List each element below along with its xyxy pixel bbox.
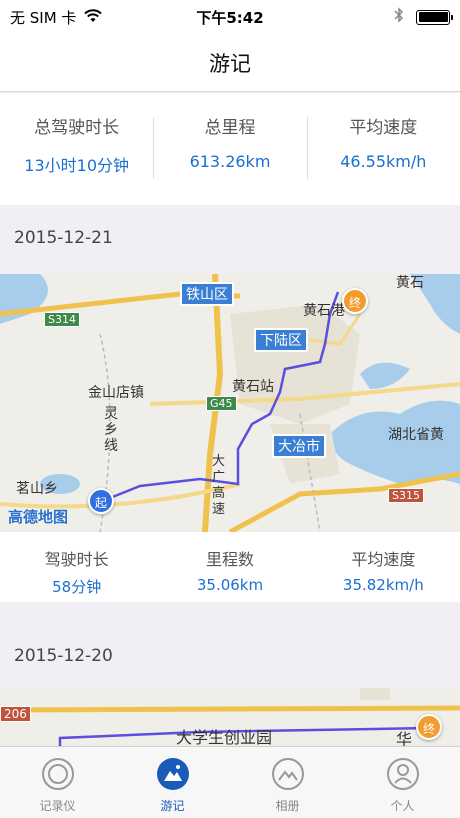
road-tag-s315: S315 [388,488,424,503]
battery-icon [416,9,453,25]
trip-stat-label: 平均速度 [351,550,416,569]
map-label-tieshan: 铁山区 [180,282,234,306]
map-label-mingshan: 茗山乡 [16,481,58,497]
profile-icon [386,757,420,791]
tab-travel-log[interactable]: 游记 [115,747,230,818]
recorder-icon [41,757,75,791]
route-end-marker: 终 [416,714,442,740]
summary-total-distance: 总里程 613.26km [153,93,306,205]
trip-average-speed: 平均速度 35.82km/h [307,532,460,602]
tab-profile[interactable]: 个人 [345,747,460,818]
album-icon [271,757,305,791]
bluetooth-icon [394,7,404,27]
tab-album[interactable]: 相册 [230,747,345,818]
route-start-marker: 起 [88,488,114,514]
trip-duration: 驾驶时长 58分钟 [0,532,153,602]
map-provider-logo: 高德地图 [8,508,69,526]
status-right [394,7,453,27]
trip-stats: 驾驶时长 58分钟 里程数 35.06km 平均速度 35.82km/h [0,532,460,602]
route-end-marker: 终 [342,288,368,314]
tab-recorder[interactable]: 记录仪 [0,747,115,818]
trip-stat-label: 驾驶时长 [44,550,109,569]
map-label-hua: 华 [396,730,413,746]
trip-date: 2015-12-21 [14,228,113,248]
tab-label: 记录仪 [39,799,76,813]
trip-date: 2015-12-20 [14,646,113,666]
summary-value: 13小时10分钟 [24,156,130,175]
summary-panel: 总驾驶时长 13小时10分钟 总里程 613.26km 平均速度 46.55km… [0,93,460,205]
tab-label: 个人 [390,799,415,813]
status-time: 下午5:42 [196,9,264,27]
trip-map[interactable]: 206 大学生创业园 华 终 [0,688,460,746]
trip-distance: 里程数 35.06km [153,532,306,602]
tab-label: 相册 [275,799,300,813]
trip-card[interactable]: 206 大学生创业园 华 终 [0,688,460,746]
navigation-bar: 游记 [0,34,460,92]
trip-card[interactable]: 铁山区 下陆区 大冶市 黄石站 黄石港 黄石 金山店镇 灵乡线 茗山乡 湖北省黄… [0,274,460,602]
map-label-park: 大学生创业园 [176,728,273,746]
road-tag-g45: G45 [206,396,237,411]
trip-map[interactable]: 铁山区 下陆区 大冶市 黄石站 黄石港 黄石 金山店镇 灵乡线 茗山乡 湖北省黄… [0,274,460,532]
summary-label: 平均速度 [349,118,418,138]
map-label-huangshi-station: 黄石站 [232,379,274,395]
map-label-daguang: 大广高速 [212,454,226,517]
trip-stat-value: 35.06km [196,576,264,594]
tab-label: 游记 [160,799,185,813]
map-label-huangshi: 黄石 [396,275,424,291]
travel-log-icon [156,757,190,791]
summary-total-duration: 总驾驶时长 13小时10分钟 [0,93,153,205]
map-label-hubei-museum: 湖北省黄 [388,427,444,443]
summary-label: 总驾驶时长 [34,118,120,138]
trip-stat-value: 58分钟 [52,578,102,596]
tab-bar: 记录仪 游记 相册 个人 [0,746,460,818]
map-label-xialu: 下陆区 [254,328,308,352]
road-tag-206: 206 [0,706,31,722]
map-label-jinshan: 金山店镇 [88,385,144,401]
trip-stat-value: 35.82km/h [342,576,424,594]
summary-label: 总里程 [204,118,256,138]
trip-stat-label: 里程数 [205,550,254,569]
status-bar: 无 SIM 卡 下午5:42 [0,0,460,34]
map-label-lingxiang: 灵乡线 [104,406,118,454]
map-label-daye: 大冶市 [272,434,326,458]
summary-value: 46.55km/h [340,152,427,171]
page-title: 游记 [209,52,251,76]
summary-average-speed: 平均速度 46.55km/h [306,93,460,205]
map-label-huangshi-port: 黄石港 [303,303,345,319]
road-tag-s314: S314 [44,312,80,327]
summary-value: 613.26km [189,152,271,171]
